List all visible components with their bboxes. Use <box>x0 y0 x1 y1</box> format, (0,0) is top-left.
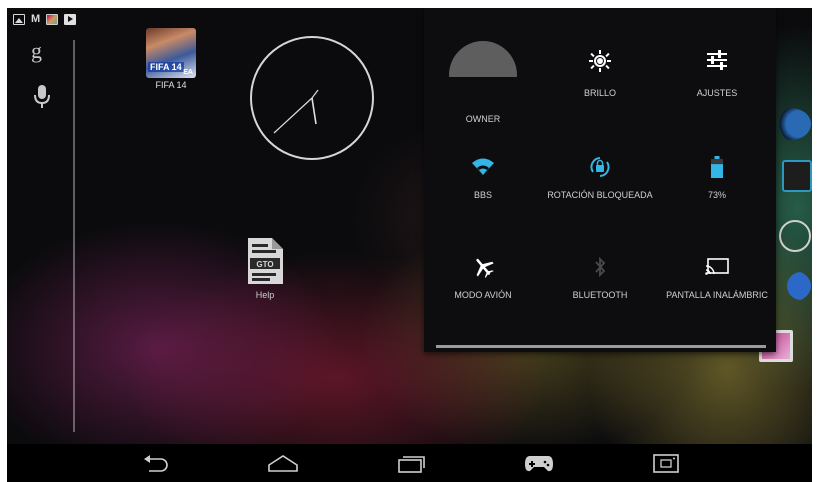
play-store-icon[interactable] <box>64 13 77 25</box>
hour-hand <box>311 97 317 125</box>
tile-brightness[interactable]: BRILLO <box>541 46 659 126</box>
help-app-label[interactable]: Help <box>239 290 291 300</box>
tile-settings[interactable]: AJUSTES <box>658 46 776 126</box>
settings-sliders-icon <box>707 50 727 70</box>
tile-rotation-lock[interactable]: ROTACIÓN BLOQUEADA <box>541 156 659 236</box>
minute-hand-tail <box>311 89 319 99</box>
tile-wireless-display[interactable]: PANTALLA INALÁMBRIC <box>658 256 776 336</box>
tile-airplane-mode[interactable]: MODO AVIÓN <box>424 256 542 336</box>
edge-app-icon-2[interactable] <box>782 160 812 192</box>
wifi-icon <box>472 158 494 175</box>
tablet-screen: M g FIFA 14 EA FIFA 14 GTO Help OWNER BR… <box>7 8 812 482</box>
fifa-app-icon[interactable]: FIFA 14 EA <box>146 28 196 78</box>
tile-wifi[interactable]: BBS <box>424 156 542 236</box>
analog-clock-widget[interactable] <box>250 36 374 160</box>
brightness-icon <box>589 50 611 72</box>
wireless-display-label: PANTALLA INALÁMBRIC <box>666 290 768 300</box>
clock-hands <box>273 89 319 134</box>
battery-label: 73% <box>707 190 726 200</box>
search-bar-divider <box>73 40 75 432</box>
tile-bluetooth[interactable]: BLUETOOTH <box>541 256 659 336</box>
edge-app-icon-1[interactable] <box>771 108 811 140</box>
minute-hand <box>273 97 313 134</box>
quick-settings-panel: OWNER BRILLO AJUSTES BBS ROTACIÓN BLOQUE… <box>424 8 776 352</box>
fifa-icon-text: FIFA 14 <box>148 62 184 72</box>
settings-label: AJUSTES <box>696 88 738 98</box>
tile-owner[interactable]: OWNER <box>424 36 542 124</box>
home-icon[interactable] <box>268 452 298 474</box>
gallery-icon[interactable] <box>13 13 25 25</box>
battery-icon <box>711 156 723 178</box>
bluetooth-icon <box>595 256 606 278</box>
fifa-app-label[interactable]: FIFA 14 <box>141 80 201 90</box>
airplane-icon <box>476 258 494 278</box>
svg-text:GTO: GTO <box>256 260 273 269</box>
gmail-icon[interactable]: M <box>31 13 40 25</box>
gamepad-icon[interactable] <box>524 452 554 474</box>
navigation-bar <box>7 444 812 482</box>
screenshot-icon[interactable] <box>652 452 682 474</box>
help-app-icon[interactable]: GTO <box>245 236 285 286</box>
app-drawer-icon[interactable] <box>779 220 811 252</box>
ea-badge: EA <box>183 69 193 76</box>
recents-icon[interactable] <box>397 452 427 474</box>
app-notification-icon[interactable] <box>46 13 59 25</box>
google-search-icon[interactable]: g <box>31 38 42 64</box>
owner-label: OWNER <box>465 114 501 124</box>
quick-settings-handle[interactable] <box>436 345 766 348</box>
tile-battery[interactable]: 73% <box>658 156 776 236</box>
avatar-icon <box>449 41 517 110</box>
rotation-lock-icon <box>590 157 610 177</box>
wireless-display-icon <box>705 258 729 275</box>
back-icon[interactable] <box>141 452 171 474</box>
voice-search-icon[interactable] <box>33 84 51 110</box>
